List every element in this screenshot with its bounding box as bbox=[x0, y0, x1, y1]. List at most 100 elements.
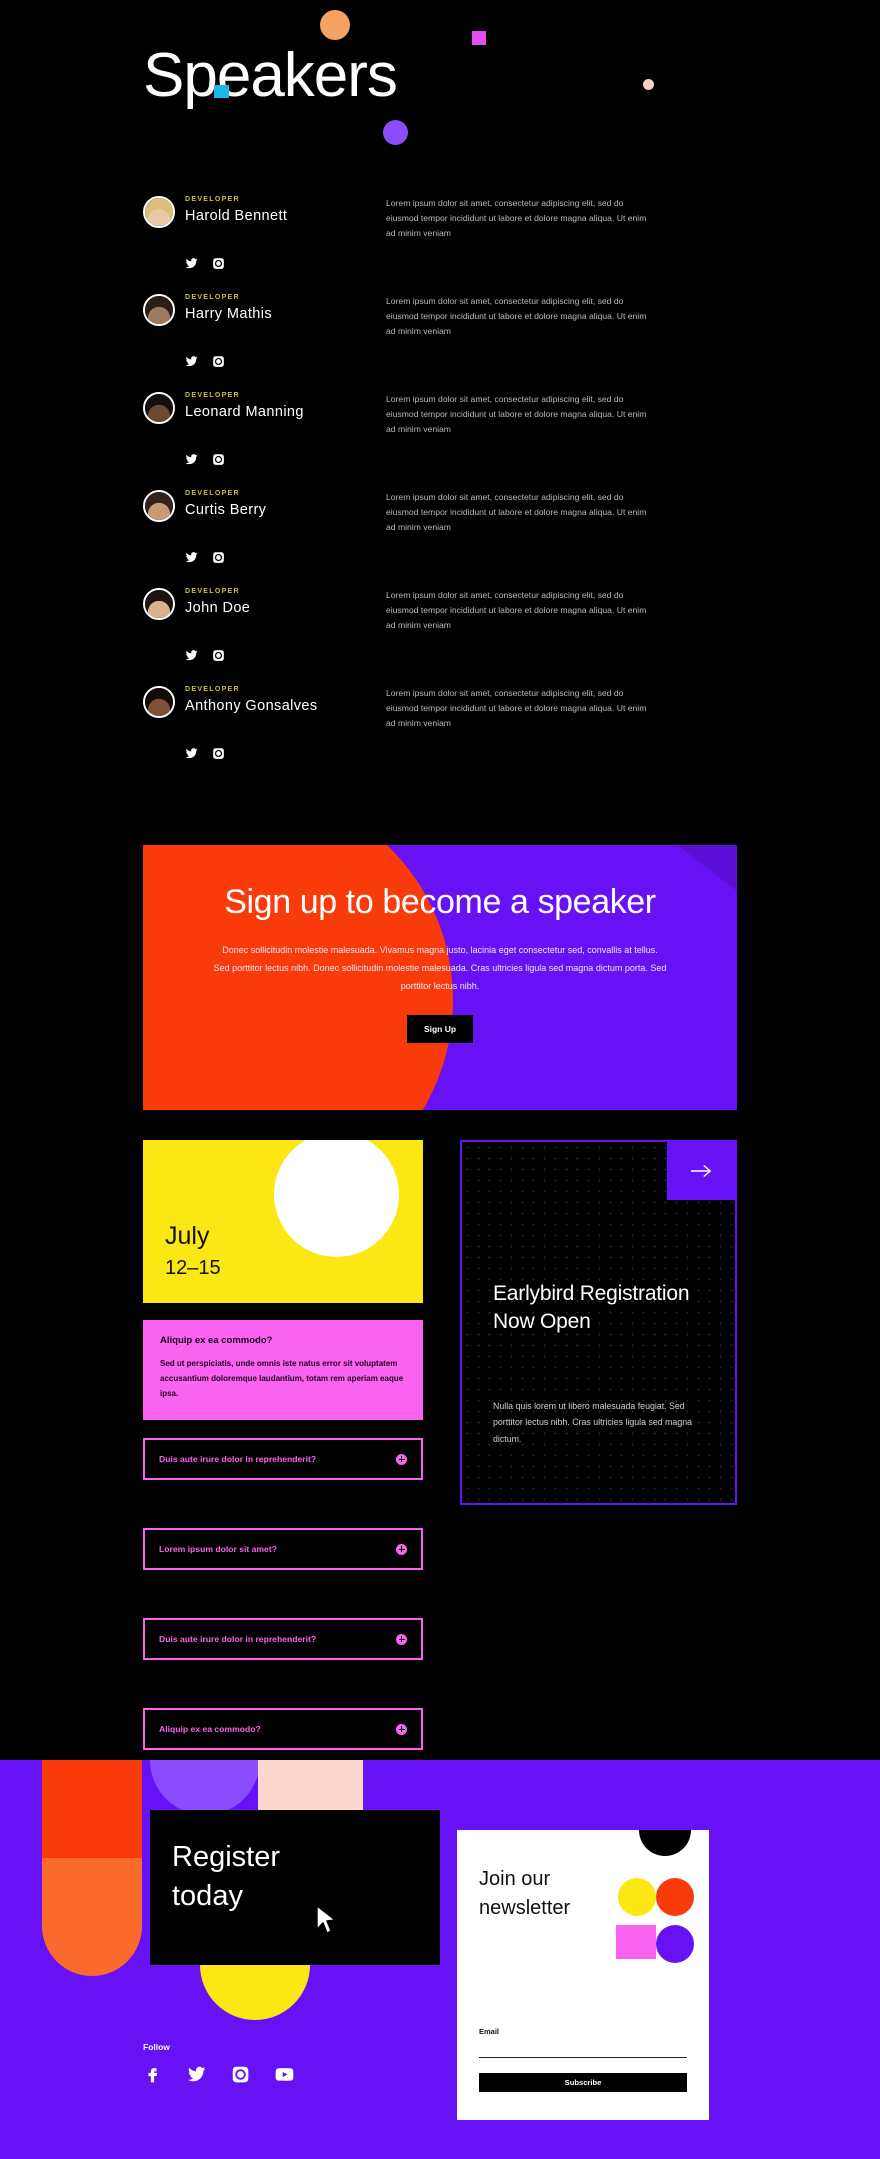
footer-orange-rounded-decor bbox=[42, 1858, 142, 1976]
footer-purple-halfcircle-decor bbox=[150, 1760, 260, 1815]
decor-circle-purple-icon bbox=[383, 120, 408, 145]
speaker-name: Curtis Berry bbox=[185, 502, 267, 518]
speaker-meta: DEVELOPER Leonard Manning bbox=[185, 386, 304, 420]
sign-up-button[interactable]: Sign Up bbox=[406, 1015, 474, 1044]
facebook-icon[interactable] bbox=[143, 2065, 162, 2084]
instagram-icon[interactable] bbox=[212, 355, 225, 368]
faq-open-item: Aliquip ex ea commodo? Sed ut perspiciat… bbox=[143, 1320, 423, 1420]
register-today-card[interactable]: Register today bbox=[150, 1810, 440, 1965]
plus-icon[interactable] bbox=[396, 1723, 407, 1735]
earlybird-title: Earlybird Registration Now Open bbox=[493, 1282, 690, 1334]
speaker-identity: DEVELOPER Curtis Berry bbox=[143, 484, 348, 522]
event-date-card: July 12–15 bbox=[143, 1140, 423, 1303]
speaker-name: Anthony Gonsalves bbox=[185, 698, 318, 714]
faq-accordion-item[interactable]: Aliquip ex ea commodo? bbox=[143, 1708, 423, 1750]
newsletter-card: Join our newsletter Email Subscribe bbox=[457, 1830, 709, 2120]
register-line-1: Register bbox=[172, 1841, 280, 1873]
twitter-icon[interactable] bbox=[187, 2065, 206, 2084]
twitter-icon[interactable] bbox=[185, 649, 198, 662]
speaker-role: DEVELOPER bbox=[185, 392, 240, 399]
speaker-role: DEVELOPER bbox=[185, 686, 240, 693]
instagram-icon[interactable] bbox=[231, 2065, 250, 2084]
speaker-meta: DEVELOPER Harry Mathis bbox=[185, 288, 272, 322]
follow-label: Follow bbox=[143, 2042, 170, 2052]
footer-section: Register today Follow Join our newslette… bbox=[0, 1760, 880, 2159]
date-circle-decor bbox=[274, 1140, 399, 1257]
footer-peach-rect-decor bbox=[258, 1760, 363, 1810]
email-field[interactable] bbox=[479, 2041, 687, 2058]
speaker-role: DEVELOPER bbox=[185, 294, 240, 301]
avatar bbox=[143, 588, 175, 620]
plus-icon[interactable] bbox=[396, 1453, 407, 1465]
youtube-icon[interactable] bbox=[275, 2065, 294, 2084]
footer-social-links bbox=[143, 2065, 294, 2084]
event-days: 12–15 bbox=[165, 1257, 221, 1279]
avatar bbox=[143, 490, 175, 522]
speaker-role: DEVELOPER bbox=[185, 196, 240, 203]
instagram-icon[interactable] bbox=[212, 747, 225, 760]
faq-open-question: Aliquip ex ea commodo? bbox=[160, 1335, 273, 1346]
instagram-icon[interactable] bbox=[212, 551, 225, 564]
speaker-card: DEVELOPER John Doe Lorem ipsum dolor sit a… bbox=[143, 582, 880, 680]
speaker-meta: DEVELOPER John Doe bbox=[185, 582, 250, 616]
newsletter-title-line-1: Join our bbox=[479, 1868, 551, 1890]
speaker-role: DEVELOPER bbox=[185, 490, 240, 497]
newsletter-black-halfcircle-decor bbox=[639, 1830, 691, 1856]
speaker-name: Leonard Manning bbox=[185, 404, 304, 420]
subscribe-button[interactable]: Subscribe bbox=[479, 2073, 687, 2092]
banner-title: Sign up to become a speaker bbox=[224, 883, 656, 921]
avatar bbox=[143, 196, 175, 228]
newsletter-pink-square-decor bbox=[616, 1925, 656, 1959]
twitter-icon[interactable] bbox=[185, 257, 198, 270]
speaker-meta: DEVELOPER Harold Bennett bbox=[185, 190, 287, 224]
speaker-identity: DEVELOPER John Doe bbox=[143, 582, 348, 620]
mouse-cursor-icon bbox=[316, 1905, 337, 1934]
speaker-social-links bbox=[185, 747, 225, 760]
faq-accordion-label: Duis aute irure dolor in reprehenderit? bbox=[159, 1634, 317, 1644]
twitter-icon[interactable] bbox=[185, 453, 198, 466]
speaker-role: DEVELOPER bbox=[185, 588, 240, 595]
email-field-label: Email bbox=[479, 2027, 500, 2036]
newsletter-yellow-circle-decor bbox=[618, 1878, 656, 1916]
faq-accordion-item[interactable]: Duis aute irure dolor in reprehenderit? bbox=[143, 1438, 423, 1480]
decor-square-cyan-icon bbox=[214, 85, 229, 98]
plus-icon[interactable] bbox=[396, 1543, 407, 1555]
avatar bbox=[143, 392, 175, 424]
decor-circle-orange-icon bbox=[320, 10, 350, 40]
speaker-meta: DEVELOPER Anthony Gonsalves bbox=[185, 680, 318, 714]
faq-accordion-label: Lorem ipsum dolor sit amet? bbox=[159, 1544, 277, 1554]
register-line-2: today bbox=[172, 1880, 243, 1913]
earlybird-arrow-button[interactable] bbox=[667, 1142, 735, 1200]
decor-circle-pink-icon bbox=[643, 79, 654, 90]
twitter-icon[interactable] bbox=[185, 551, 198, 564]
faq-accordion-item[interactable]: Lorem ipsum dolor sit amet? bbox=[143, 1528, 423, 1570]
earlybird-body: Nulla quis lorem ut libero malesuada feu… bbox=[493, 1401, 692, 1444]
speaker-card: DEVELOPER Harry Mathis Lorem ipsum dolor s… bbox=[143, 288, 880, 386]
speaker-card: DEVELOPER Curtis Berry Lorem ipsum dolor s… bbox=[143, 484, 880, 582]
instagram-icon[interactable] bbox=[212, 649, 225, 662]
plus-icon[interactable] bbox=[396, 1633, 407, 1645]
speaker-card: DEVELOPER Leonard Manning Lorem ipsum dolo… bbox=[143, 386, 880, 484]
instagram-icon[interactable] bbox=[212, 257, 225, 270]
twitter-icon[interactable] bbox=[185, 747, 198, 760]
speaker-social-links bbox=[185, 257, 225, 270]
speakers-list: DEVELOPER Harold Bennett Lorem ipsum dolor… bbox=[0, 190, 880, 778]
register-today-text: Register today bbox=[172, 1838, 280, 1916]
speaker-identity: DEVELOPER Harry Mathis bbox=[143, 288, 348, 326]
speaker-social-links bbox=[185, 649, 225, 662]
faq-accordion-item[interactable]: Duis aute irure dolor in reprehenderit? bbox=[143, 1618, 423, 1660]
avatar bbox=[143, 686, 175, 718]
instagram-icon[interactable] bbox=[212, 453, 225, 466]
speaker-bio: Lorem ipsum dolor sit amet, consectetur … bbox=[386, 492, 647, 533]
speaker-meta: DEVELOPER Curtis Berry bbox=[185, 484, 266, 518]
speaker-social-links bbox=[185, 453, 225, 466]
decor-square-magenta-icon bbox=[472, 31, 486, 45]
speaker-social-links bbox=[185, 551, 225, 564]
twitter-icon[interactable] bbox=[185, 355, 198, 368]
footer-orange-square-decor bbox=[42, 1760, 142, 1858]
newsletter-purple-circle-decor bbox=[656, 1925, 694, 1963]
arrow-right-icon bbox=[690, 1164, 712, 1178]
speaker-identity: DEVELOPER Harold Bennett bbox=[143, 190, 348, 228]
faq-accordion-label: Aliquip ex ea commodo? bbox=[159, 1724, 261, 1734]
banner-body: Donec sollicitudin molestie malesuada. V… bbox=[213, 945, 667, 992]
